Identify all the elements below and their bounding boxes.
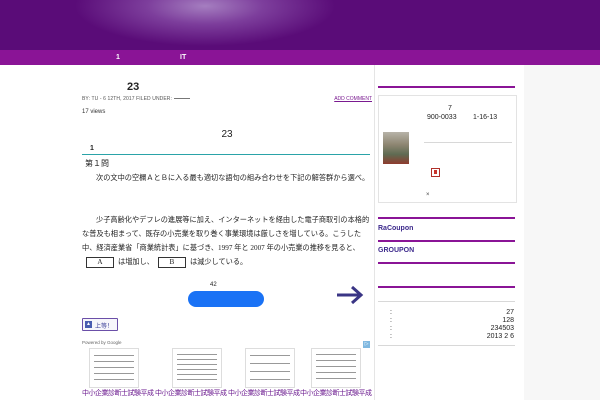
close-icon[interactable]: × bbox=[426, 192, 430, 198]
stat-row: : 2013 2 6 bbox=[378, 333, 516, 342]
link-icon[interactable] bbox=[431, 168, 440, 177]
blank-a: A bbox=[86, 256, 114, 268]
main-content: 23 BY: TU - 6 12TH, 2017 FILED UNDER: AD… bbox=[82, 65, 372, 400]
shop-card-postal: 900-0033 bbox=[427, 114, 457, 121]
stat-colon: : bbox=[390, 317, 392, 324]
stat-value: 234503 bbox=[490, 325, 514, 332]
stat-colon: : bbox=[390, 309, 392, 316]
shop-card: 7 900-0033 1-16-13 × bbox=[378, 95, 517, 203]
ad-caption[interactable]: 中小企業診断士試験平成28年 bbox=[300, 388, 372, 398]
question-body-end: は減少している。 bbox=[189, 258, 248, 266]
post-meta: BY: TU - 6 12TH, 2017 FILED UNDER: bbox=[82, 96, 191, 102]
page-number: 42 bbox=[210, 282, 217, 288]
stat-colon: : bbox=[390, 333, 392, 340]
like-label: 上等！ bbox=[95, 324, 114, 330]
header-banner bbox=[0, 0, 600, 50]
question-body: 少子高齢化やデフレの進展等に加え、インターネットを経由した電子商取引の本格的な普… bbox=[82, 213, 372, 269]
nav-item-1[interactable]: 1 bbox=[116, 54, 120, 61]
sidebar-divider bbox=[378, 345, 515, 346]
arrow-right-icon[interactable] bbox=[336, 285, 364, 305]
sidebar-gutter bbox=[524, 65, 600, 400]
shop-photo[interactable] bbox=[383, 132, 409, 164]
question-number: 1 bbox=[90, 145, 94, 152]
sidebar-rule bbox=[378, 217, 515, 219]
page-button[interactable] bbox=[188, 291, 264, 307]
shop-card-address: 1-16-13 bbox=[473, 114, 498, 121]
ad-thumbnail[interactable] bbox=[172, 348, 222, 388]
category-link[interactable] bbox=[174, 98, 191, 100]
question-instruction: 次の文中の空欄ＡとＢに入る最も適切な語句の組み合わせを下記の解答群から選べ。 bbox=[96, 174, 370, 182]
nav-item-it[interactable]: IT bbox=[180, 54, 186, 61]
stat-colon: : bbox=[390, 325, 392, 332]
adchoices-icon[interactable]: ▷ bbox=[363, 341, 370, 348]
post-title: 23 bbox=[127, 81, 140, 93]
groupon-link[interactable]: GROUPON bbox=[378, 247, 414, 254]
nav-bar: 1 IT bbox=[0, 50, 600, 65]
divider bbox=[82, 154, 370, 155]
question-heading: 第１問 bbox=[85, 159, 109, 168]
question-body-text: 少子高齢化やデフレの進展等に加え、インターネットを経由した電子商取引の本格的な普… bbox=[82, 216, 370, 252]
question-body-mid: は増加し、 bbox=[118, 258, 154, 266]
ad-thumbnail[interactable] bbox=[245, 348, 295, 388]
blank-b: B bbox=[157, 256, 186, 268]
sidebar-divider bbox=[378, 301, 515, 302]
stat-value: 128 bbox=[502, 317, 514, 324]
sidebar-rule bbox=[378, 286, 515, 288]
shop-card-line1: 7 bbox=[448, 105, 452, 112]
sidebar-rule bbox=[378, 86, 515, 88]
racoupon-link[interactable]: RaCoupon bbox=[378, 225, 413, 232]
like-button[interactable]: ▲ 上等！ bbox=[82, 318, 118, 331]
stat-value: 2013 2 6 bbox=[486, 333, 514, 340]
powered-by-google: Powered by Google bbox=[82, 340, 122, 345]
stat-value: 27 bbox=[506, 309, 514, 316]
card-divider bbox=[424, 142, 512, 143]
sidebar-rule bbox=[378, 262, 515, 264]
sidebar-rule bbox=[378, 240, 515, 242]
post-meta-text: BY: TU - 6 12TH, 2017 FILED UNDER: bbox=[82, 96, 173, 102]
thumbs-up-icon: ▲ bbox=[85, 321, 92, 328]
view-count: 17 views bbox=[82, 109, 106, 115]
content-title: 23 bbox=[221, 129, 233, 140]
ad-caption[interactable]: 中小企業診断士試験平成28年 bbox=[155, 388, 227, 398]
add-comment-link[interactable]: ADD COMMENT bbox=[334, 96, 372, 102]
ad-thumbnail[interactable] bbox=[89, 348, 139, 388]
ad-caption[interactable]: 中小企業診断士試験平成26年 bbox=[82, 388, 154, 398]
ad-thumbnail[interactable] bbox=[311, 348, 361, 388]
ad-caption[interactable]: 中小企業診断士試験平成28年 bbox=[228, 388, 300, 398]
